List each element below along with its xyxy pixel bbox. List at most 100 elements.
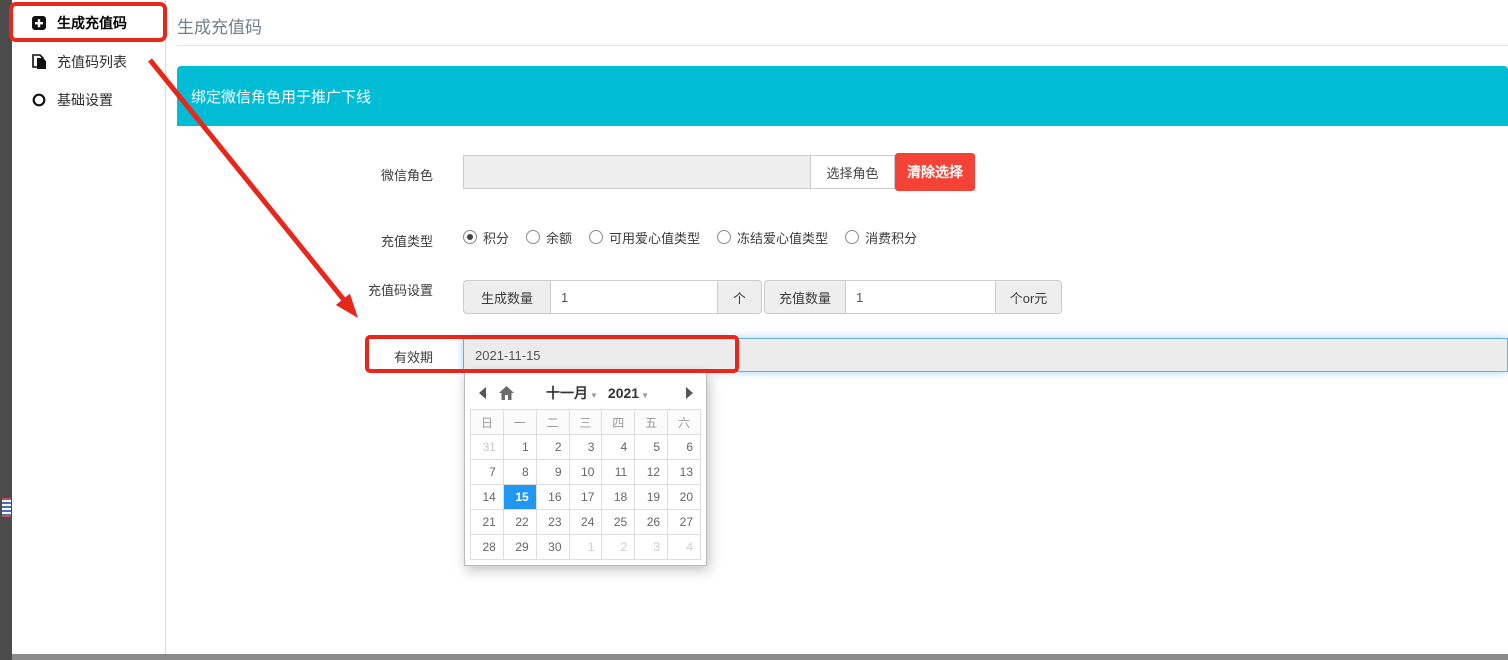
sidebar-item-label: 生成充值码 — [57, 13, 127, 33]
select-role-button[interactable]: 选择角色 — [810, 155, 895, 189]
radio-unselected-icon[interactable] — [526, 230, 540, 244]
code-settings-label: 充值码设置 — [273, 280, 433, 299]
panel-title: 绑定微信角色用于推广下线 — [191, 86, 371, 107]
calendar-day[interactable]: 19 — [635, 485, 668, 510]
calendar-day[interactable]: 2 — [602, 535, 635, 560]
validity-label: 有效期 — [273, 347, 433, 366]
page-title: 生成充值码 — [177, 13, 262, 38]
calendar-day[interactable]: 12 — [635, 460, 668, 485]
recharge-qty-prefix: 充值数量 — [764, 280, 846, 314]
datepicker-popup: 十一月 ▼ 2021 ▼ 日一二三四五六 3112345678910111213… — [464, 372, 707, 566]
calendar-day[interactable]: 18 — [602, 485, 635, 510]
calendar-day[interactable]: 6 — [668, 435, 701, 460]
radio-unselected-icon[interactable] — [589, 230, 603, 244]
generate-qty-group: 生成数量 个 — [463, 280, 762, 314]
window-left-edge — [0, 0, 12, 660]
calendar-day[interactable]: 7 — [471, 460, 504, 485]
plus-square-icon — [31, 15, 47, 31]
calendar-day[interactable]: 26 — [635, 510, 668, 535]
day-of-week-header: 五 — [635, 410, 668, 435]
day-of-week-header: 三 — [569, 410, 602, 435]
calendar-day[interactable]: 10 — [569, 460, 602, 485]
calendar-day[interactable]: 23 — [536, 510, 569, 535]
day-of-week-header: 一 — [503, 410, 536, 435]
calendar-day[interactable]: 22 — [503, 510, 536, 535]
radio-label: 余额 — [546, 228, 572, 247]
chevron-down-icon: ▼ — [590, 391, 598, 400]
calendar-day[interactable]: 4 — [602, 435, 635, 460]
copy-icon — [31, 54, 47, 70]
title-divider — [177, 45, 1508, 46]
sidebar-item-generate-code[interactable]: 生成充值码 — [12, 8, 165, 38]
radio-option[interactable]: 可用爱心值类型 — [589, 228, 700, 247]
calendar-day[interactable]: 25 — [602, 510, 635, 535]
radio-label: 冻结爱心值类型 — [737, 228, 828, 247]
radio-label: 可用爱心值类型 — [609, 228, 700, 247]
day-of-week-header: 六 — [668, 410, 701, 435]
day-of-week-header: 日 — [471, 410, 504, 435]
calendar-day[interactable]: 4 — [668, 535, 701, 560]
datepicker-title: 十一月 ▼ 2021 ▼ — [518, 383, 677, 403]
calendar-day[interactable]: 3 — [569, 435, 602, 460]
calendar-week-row: 21222324252627 — [471, 510, 701, 535]
calendar-day[interactable]: 2 — [536, 435, 569, 460]
calendar-day-selected[interactable]: 15 — [503, 485, 536, 510]
recharge-qty-input[interactable] — [846, 280, 996, 314]
day-of-week-header: 四 — [602, 410, 635, 435]
circle-icon — [31, 92, 47, 108]
calendar-day[interactable]: 20 — [668, 485, 701, 510]
radio-option[interactable]: 消费积分 — [845, 228, 917, 247]
calendar-day[interactable]: 3 — [635, 535, 668, 560]
radio-selected-icon[interactable] — [463, 230, 477, 244]
month-select[interactable]: 十一月 ▼ — [546, 383, 598, 403]
wechat-role-input[interactable] — [463, 155, 811, 189]
calendar-day[interactable]: 5 — [635, 435, 668, 460]
year-select[interactable]: 2021 ▼ — [608, 385, 649, 401]
prev-month-button[interactable] — [470, 381, 494, 405]
clear-selection-button[interactable]: 清除选择 — [895, 153, 975, 191]
calendar-day[interactable]: 9 — [536, 460, 569, 485]
recharge-qty-suffix: 个or元 — [996, 280, 1062, 314]
radio-unselected-icon[interactable] — [845, 230, 859, 244]
calendar-grid: 日一二三四五六 31123456789101112131415161718192… — [470, 409, 701, 560]
calendar-day[interactable]: 31 — [471, 435, 504, 460]
next-month-button[interactable] — [677, 381, 701, 405]
validity-date-input[interactable] — [463, 338, 1508, 372]
home-icon[interactable] — [494, 381, 518, 405]
generate-qty-prefix: 生成数量 — [463, 280, 551, 314]
calendar-day[interactable]: 11 — [602, 460, 635, 485]
calendar-day[interactable]: 8 — [503, 460, 536, 485]
calendar-day[interactable]: 29 — [503, 535, 536, 560]
sidebar-item-code-list[interactable]: 充值码列表 — [12, 48, 165, 76]
wechat-role-label: 微信角色 — [273, 165, 433, 184]
radio-option[interactable]: 余额 — [526, 228, 572, 247]
sidebar-item-basic-settings[interactable]: 基础设置 — [12, 86, 165, 114]
radio-option[interactable]: 积分 — [463, 228, 509, 247]
calendar-day[interactable]: 13 — [668, 460, 701, 485]
calendar-day[interactable]: 27 — [668, 510, 701, 535]
chevron-down-icon: ▼ — [641, 391, 649, 400]
sidebar-item-label: 充值码列表 — [57, 52, 127, 72]
generate-qty-input[interactable] — [551, 280, 718, 314]
calendar-week-row: 78910111213 — [471, 460, 701, 485]
calendar-day[interactable]: 1 — [503, 435, 536, 460]
calendar-day[interactable]: 17 — [569, 485, 602, 510]
radio-unselected-icon[interactable] — [717, 230, 731, 244]
generate-qty-suffix: 个 — [718, 280, 762, 314]
sidebar: 生成充值码 充值码列表 基础设置 — [12, 0, 166, 654]
calendar-week-row: 14151617181920 — [471, 485, 701, 510]
sidebar-item-label: 基础设置 — [57, 90, 113, 110]
edge-flag-icon — [2, 498, 11, 517]
calendar-day[interactable]: 28 — [471, 535, 504, 560]
day-of-week-header: 二 — [536, 410, 569, 435]
window-bottom-edge — [0, 654, 1508, 660]
calendar-day[interactable]: 14 — [471, 485, 504, 510]
calendar-day[interactable]: 16 — [536, 485, 569, 510]
calendar-week-row: 2829301234 — [471, 535, 701, 560]
calendar-day[interactable]: 21 — [471, 510, 504, 535]
calendar-day[interactable]: 30 — [536, 535, 569, 560]
recharge-qty-group: 充值数量 个or元 — [764, 280, 1062, 314]
radio-option[interactable]: 冻结爱心值类型 — [717, 228, 828, 247]
calendar-day[interactable]: 24 — [569, 510, 602, 535]
calendar-day[interactable]: 1 — [569, 535, 602, 560]
